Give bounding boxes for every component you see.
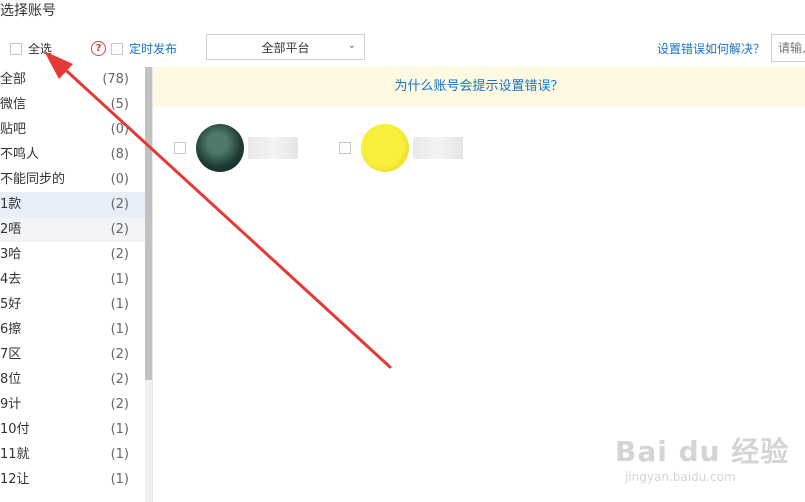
account-checkbox[interactable] <box>174 142 186 154</box>
group-item[interactable]: 6擦 (1) <box>0 317 145 342</box>
search-input[interactable] <box>771 34 805 62</box>
select-all-label: 全选 <box>28 42 53 56</box>
scheduled-publish-box[interactable] <box>111 42 123 55</box>
group-item[interactable]: 2唔 (2) <box>0 217 145 242</box>
group-item[interactable]: 10付 (1) <box>0 417 145 442</box>
group-item[interactable]: 微信 (5) <box>0 92 145 117</box>
account-card[interactable] <box>339 124 463 172</box>
account-card[interactable] <box>174 124 298 172</box>
group-item[interactable]: 11就 (1) <box>0 442 145 467</box>
account-checkbox[interactable] <box>339 142 351 154</box>
dialog-title: 选择账号 <box>0 3 56 19</box>
help-icon[interactable]: ? <box>91 41 106 56</box>
account-name-blurred <box>413 137 463 159</box>
scheduled-publish-label: 定时发布 <box>129 42 178 56</box>
group-item-selected[interactable]: 1款 (2) <box>0 192 145 217</box>
group-item[interactable]: 8位 (2) <box>0 367 145 392</box>
group-item[interactable]: 不鸣人 (8) <box>0 142 145 167</box>
group-item[interactable]: 贴吧 (0) <box>0 117 145 142</box>
group-item[interactable]: 不能同步的 (0) <box>0 167 145 192</box>
setting-error-notice-link[interactable]: 为什么账号会提示设置错误？ <box>153 67 805 107</box>
group-item[interactable]: 全部 (78) <box>0 67 145 92</box>
group-item[interactable]: 12让 (1) <box>0 467 145 492</box>
chevron-down-icon: ⌄ <box>347 40 356 51</box>
group-item[interactable]: 3哈 (2) <box>0 242 145 267</box>
group-list-scrollbar[interactable] <box>145 67 152 502</box>
platform-dropdown[interactable]: 全部平台 ⌄ <box>206 34 365 60</box>
account-avatar <box>196 124 244 172</box>
account-avatar <box>361 124 409 172</box>
scheduled-publish-checkbox[interactable]: 定时发布 <box>111 40 177 57</box>
select-all-checkbox[interactable]: 全选 <box>10 40 52 57</box>
group-item[interactable]: 7区 (2) <box>0 342 145 367</box>
account-name-blurred <box>248 137 298 159</box>
scrollbar-thumb[interactable] <box>145 67 152 380</box>
group-item[interactable]: 9计 (2) <box>0 392 145 417</box>
group-item[interactable]: 4去 (1) <box>0 267 145 292</box>
select-all-box[interactable] <box>10 42 22 55</box>
platform-dropdown-value: 全部平台 <box>261 40 310 55</box>
setting-error-help-link[interactable]: 设置错误如何解决？ <box>657 40 765 57</box>
baidu-jingyan-watermark: Bai du 经验 jingyan.baidu.com <box>615 435 790 484</box>
group-list: 全部 (78) 微信 (5) 贴吧 (0) 不鸣人 (8) 不能同步的 (0) 1款 (2)… <box>0 67 145 502</box>
group-item[interactable]: 5好 (1) <box>0 292 145 317</box>
